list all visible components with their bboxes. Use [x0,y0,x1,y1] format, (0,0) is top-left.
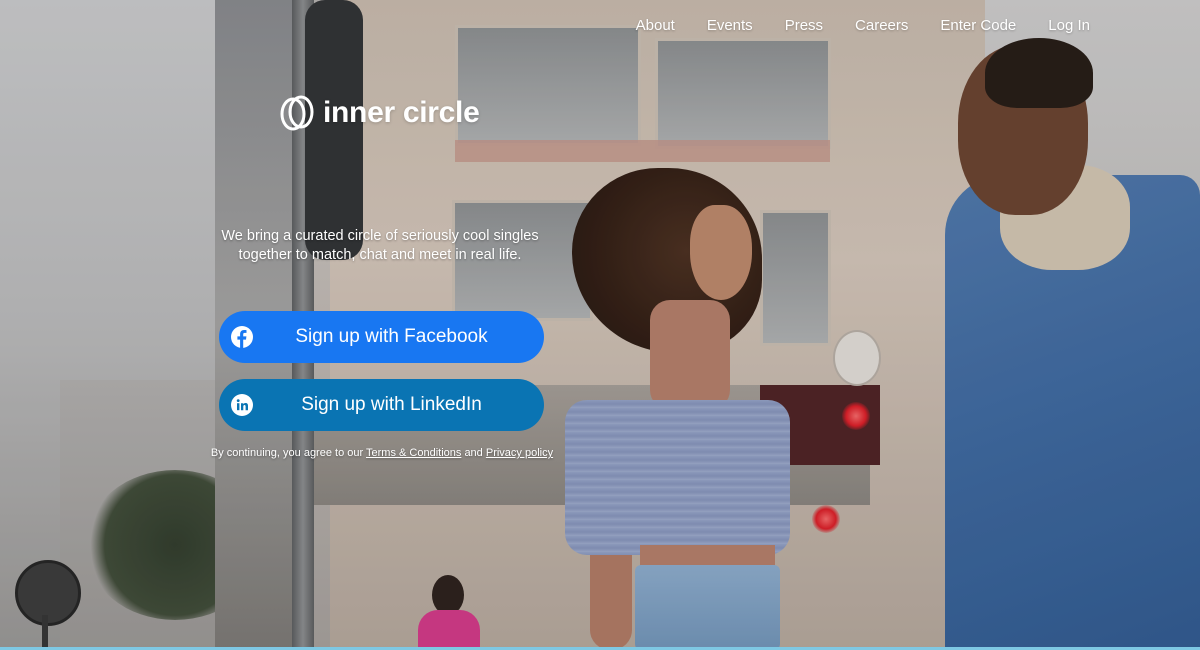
top-nav: About Events Press Careers Enter Code Lo… [636,16,1090,36]
nav-log-in[interactable]: Log In [1048,16,1090,36]
hero-background-photo [0,0,1200,650]
interlocking-circles-icon [279,93,315,133]
signup-facebook-label: Sign up with Facebook [295,326,488,347]
tagline-line-1: We bring a curated circle of seriously c… [221,228,539,244]
nav-careers[interactable]: Careers [855,16,908,36]
nav-press[interactable]: Press [785,16,823,36]
signup-linkedin-button[interactable]: Sign up with LinkedIn [219,379,544,431]
brand-logo[interactable]: inner circle [279,93,480,133]
legal-prefix: By continuing, you agree to our [210,447,364,459]
terms-link[interactable]: Terms & Conditions [366,447,461,459]
nav-events[interactable]: Events [707,16,753,36]
privacy-link[interactable]: Privacy policy [486,447,553,459]
landing-page: About Events Press Careers Enter Code Lo… [0,0,1200,650]
nav-about[interactable]: About [636,16,675,36]
signup-linkedin-label: Sign up with LinkedIn [301,394,482,415]
linkedin-icon [231,394,253,416]
facebook-icon [231,326,253,348]
legal-notice: By continuing, you agree to our Terms & … [200,447,564,459]
tagline-line-2: together to match, chat and meet in real… [238,247,522,263]
hero-tagline: We bring a curated circle of seriously c… [200,227,560,265]
nav-enter-code[interactable]: Enter Code [940,16,1016,36]
brand-name: inner circle [323,96,480,129]
legal-and: and [464,447,483,459]
signup-facebook-button[interactable]: Sign up with Facebook [219,311,544,363]
